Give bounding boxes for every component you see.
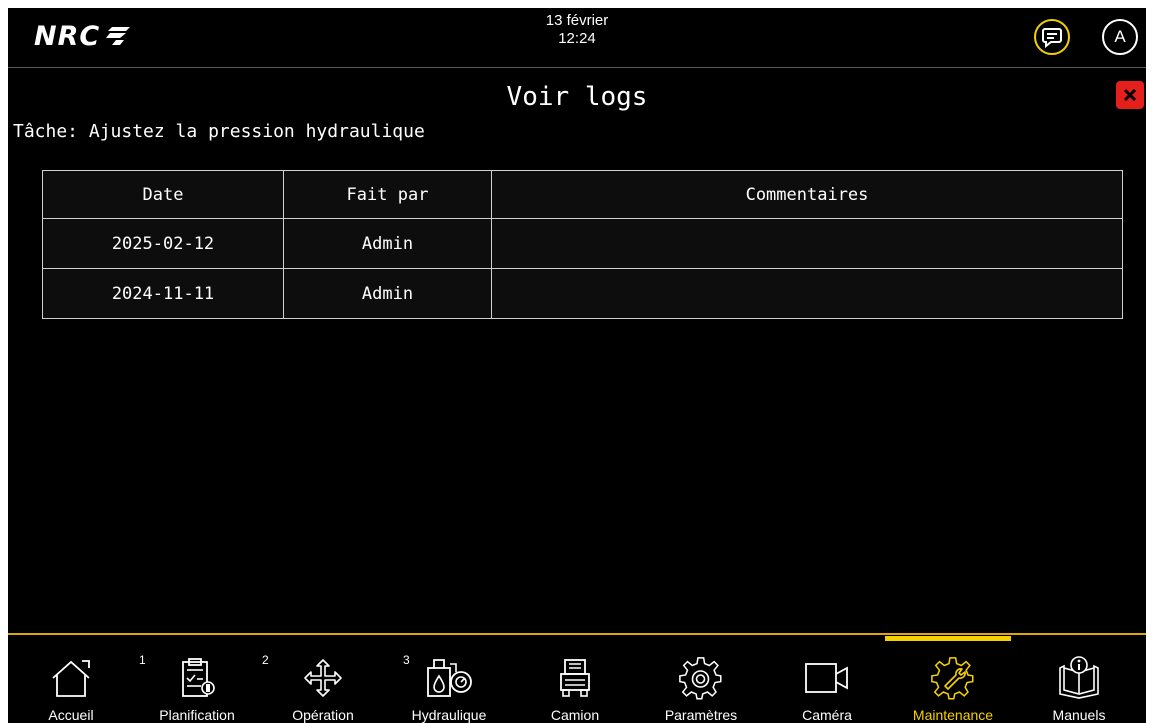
column-header-done-by: Fait par xyxy=(283,170,492,219)
nav-label: Planification xyxy=(159,707,235,723)
nav-item-parametres[interactable]: Paramètres xyxy=(638,635,764,723)
nav-label: Paramètres xyxy=(664,707,738,723)
logo-text: NRC xyxy=(34,20,101,52)
nav-item-maintenance[interactable]: Maintenance xyxy=(890,635,1016,723)
date-time: 13 février 12:24 xyxy=(477,12,677,48)
nav-item-planification[interactable]: 1 Planification xyxy=(134,635,260,723)
camera-icon xyxy=(764,651,890,705)
cell-date: 2025-02-12 xyxy=(42,218,284,269)
current-date: 13 février xyxy=(545,12,609,29)
nav-label: Camion xyxy=(550,707,600,723)
manual-book-icon xyxy=(1016,651,1142,705)
nav-label: Hydraulique xyxy=(411,707,487,723)
close-button[interactable] xyxy=(1116,81,1144,109)
gear-icon xyxy=(638,651,764,705)
clipboard-icon xyxy=(134,651,260,705)
truck-icon xyxy=(512,651,638,705)
cell-done-by: Admin xyxy=(283,268,492,319)
maintenance-gear-icon xyxy=(890,651,1016,705)
cell-done-by: Admin xyxy=(283,218,492,269)
table-header-row: Date Fait par Commentaires xyxy=(42,170,1123,219)
home-icon xyxy=(8,651,134,705)
top-bar: NRC 13 février 12:24 A xyxy=(8,8,1146,68)
current-time: 12:24 xyxy=(558,30,596,47)
nav-label: Manuels xyxy=(1052,707,1106,723)
column-header-date: Date xyxy=(42,170,284,219)
task-description: Tâche: Ajustez la pression hydraulique xyxy=(13,121,425,142)
user-avatar-button[interactable]: A xyxy=(1102,19,1138,55)
logo-stripes-icon xyxy=(106,27,131,45)
chat-icon xyxy=(1042,28,1062,48)
nav-label: Opération xyxy=(292,707,354,723)
nav-item-hydraulique[interactable]: 3 Hydraulique xyxy=(386,635,512,723)
page-title: Voir logs xyxy=(506,82,648,112)
bottom-navigation: Accueil 1 Planification 2 Opération 3 Hy… xyxy=(8,635,1146,723)
table-row[interactable]: 2025-02-12 Admin xyxy=(42,218,1123,269)
messages-button[interactable] xyxy=(1034,19,1070,55)
nav-item-operation[interactable]: 2 Opération xyxy=(260,635,386,723)
nav-label: Maintenance xyxy=(912,707,994,723)
app-screen: NRC 13 février 12:24 A Voir logs Tâche: … xyxy=(8,8,1146,723)
close-icon xyxy=(1123,88,1137,102)
cell-comment xyxy=(491,218,1123,269)
cell-date: 2024-11-11 xyxy=(42,268,284,319)
hydraulic-icon xyxy=(386,651,512,705)
nav-item-camera[interactable]: Caméra xyxy=(764,635,890,723)
logs-table: Date Fait par Commentaires 2025-02-12 Ad… xyxy=(42,170,1123,319)
nrc-logo: NRC xyxy=(34,20,131,52)
nav-item-accueil[interactable]: Accueil xyxy=(8,635,134,723)
nav-label: Caméra xyxy=(802,707,852,723)
nav-item-camion[interactable]: Camion xyxy=(512,635,638,723)
avatar-letter: A xyxy=(1114,27,1126,46)
cell-comment xyxy=(491,268,1123,319)
nav-item-manuels[interactable]: Manuels xyxy=(1016,635,1142,723)
table-row[interactable]: 2024-11-11 Admin xyxy=(42,268,1123,319)
move-arrows-icon xyxy=(260,651,386,705)
nav-label: Accueil xyxy=(48,707,94,723)
column-header-comments: Commentaires xyxy=(491,170,1123,219)
